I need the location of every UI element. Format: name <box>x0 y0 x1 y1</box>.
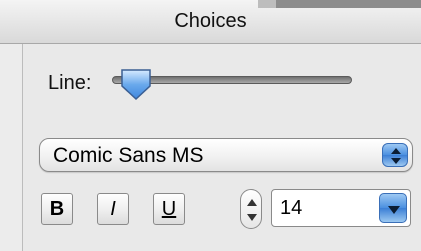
choices-panel: Choices Line: Comic Sans MS B I U 14 <box>0 0 421 251</box>
font-popup[interactable]: Comic Sans MS <box>39 138 413 172</box>
font-size-value[interactable]: 14 <box>280 197 302 220</box>
stepper-arrows-icon <box>247 199 257 221</box>
italic-button[interactable]: I <box>97 193 129 225</box>
underline-button[interactable]: U <box>153 193 185 225</box>
chevron-down-icon[interactable] <box>379 193 407 223</box>
font-size-combo[interactable]: 14 <box>271 189 411 227</box>
title-bar: Choices <box>0 0 421 44</box>
window-title: Choices <box>174 10 247 32</box>
up-down-arrows-icon <box>382 143 408 167</box>
size-stepper[interactable] <box>240 189 262 229</box>
window-edge <box>258 0 421 8</box>
window-edge-tab <box>258 0 276 8</box>
bold-button[interactable]: B <box>41 193 73 225</box>
line-slider-thumb[interactable] <box>118 66 154 102</box>
font-popup-value: Comic Sans MS <box>53 144 204 167</box>
line-label: Line: <box>48 72 92 94</box>
